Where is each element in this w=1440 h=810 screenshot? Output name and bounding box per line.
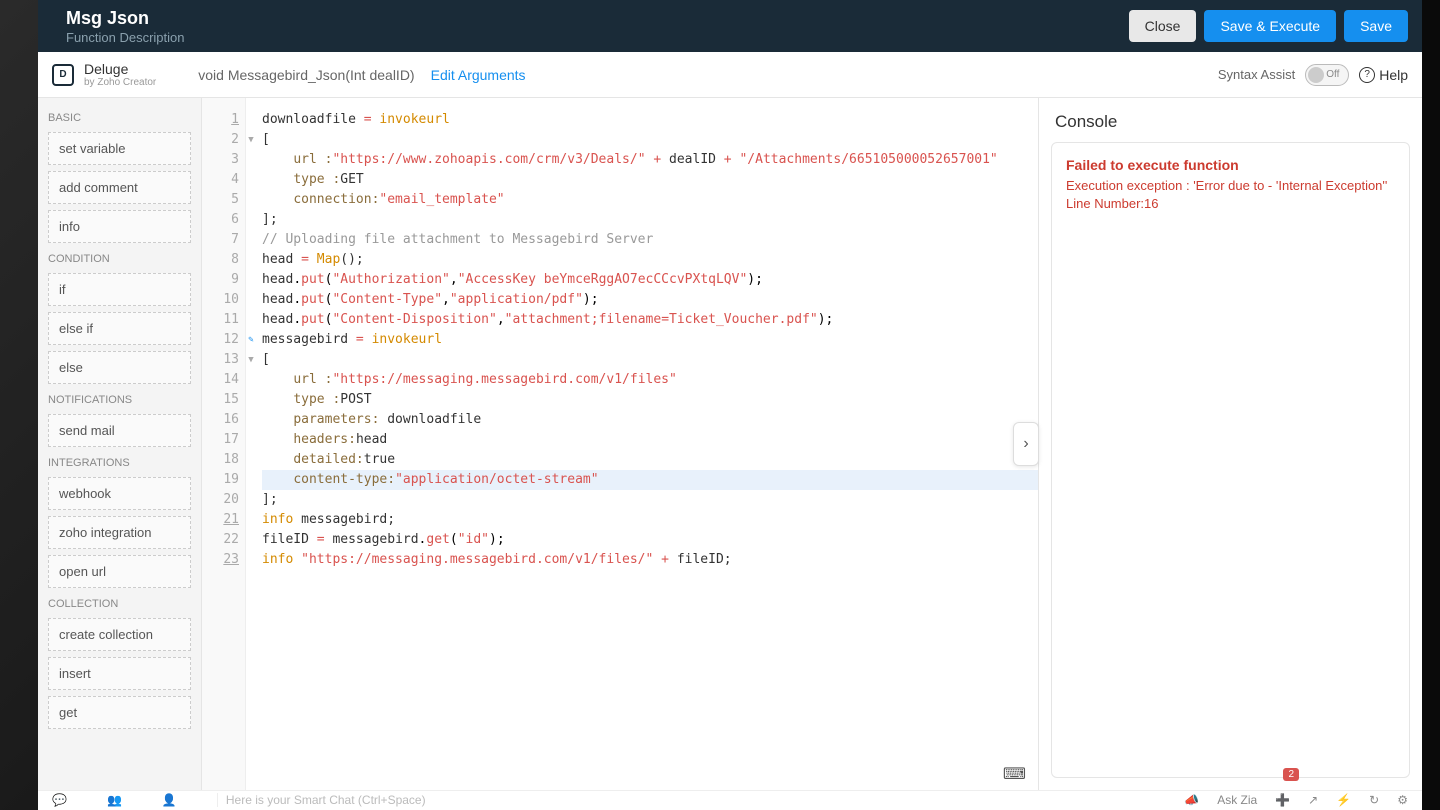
code-line[interactable]: detailed:true	[262, 450, 1038, 470]
app-window: Msg Json Function Description Close Save…	[38, 0, 1422, 810]
header-bar: Msg Json Function Description Close Save…	[38, 0, 1422, 52]
chat-icon[interactable]: 💬	[52, 793, 67, 807]
sidebar-item[interactable]: get	[48, 696, 191, 729]
sidebar-group-label: INTEGRATIONS	[48, 457, 191, 469]
toggle-off-text: Off	[1326, 69, 1339, 80]
line-gutter: 1234567891011121314151617181920212223	[202, 98, 246, 790]
sidebar-item[interactable]: open url	[48, 555, 191, 588]
header-title-block: Msg Json Function Description	[66, 8, 1121, 45]
code-line[interactable]: url :"https://www.zohoapis.com/crm/v3/De…	[262, 150, 1038, 170]
chat-bar: 💬 👥 👤 Here is your Smart Chat (Ctrl+Spac…	[38, 790, 1422, 810]
syntax-assist-toggle[interactable]: Off	[1305, 64, 1349, 86]
right-background-sliver	[1422, 0, 1440, 810]
edit-arguments-link[interactable]: Edit Arguments	[431, 67, 526, 83]
user-icon[interactable]: 👤	[162, 793, 177, 807]
sidebar-group-label: NOTIFICATIONS	[48, 394, 191, 406]
forward-icon[interactable]: ↗	[1308, 793, 1318, 807]
code-line[interactable]: [	[262, 350, 1038, 370]
code-line[interactable]: ];	[262, 490, 1038, 510]
code-lines[interactable]: downloadfile = invokeurl[ url :"https://…	[256, 98, 1038, 790]
function-title: Msg Json	[66, 8, 1121, 29]
save-button[interactable]: Save	[1344, 10, 1408, 42]
console-panel: Console Failed to execute function Execu…	[1038, 98, 1422, 790]
code-line[interactable]: messagebird = invokeurl	[262, 330, 1038, 350]
add-user-icon[interactable]: ➕	[1275, 793, 1290, 807]
toolbar-right: Syntax Assist Off ? Help	[1218, 64, 1408, 86]
sidebar-item[interactable]: else	[48, 351, 191, 384]
code-line[interactable]: head.put("Authorization","AccessKey beYm…	[262, 270, 1038, 290]
deluge-label: Deluge	[84, 61, 156, 77]
code-line[interactable]: ];	[262, 210, 1038, 230]
sidebar-item[interactable]: if	[48, 273, 191, 306]
collapse-console-handle[interactable]: ›	[1013, 422, 1039, 466]
sidebar-item[interactable]: add comment	[48, 171, 191, 204]
sidebar-group-label: COLLECTION	[48, 598, 191, 610]
help-label: Help	[1379, 67, 1408, 83]
toolbar: D Deluge by Zoho Creator void Messagebir…	[38, 52, 1422, 98]
sidebar-item[interactable]: zoho integration	[48, 516, 191, 549]
code-line[interactable]: head = Map();	[262, 250, 1038, 270]
code-line[interactable]: head.put("Content-Disposition","attachme…	[262, 310, 1038, 330]
deluge-sublabel: by Zoho Creator	[84, 77, 156, 88]
gear-icon[interactable]: ⚙	[1397, 793, 1408, 807]
code-line[interactable]: // Uploading file attachment to Messageb…	[262, 230, 1038, 250]
sidebar-item[interactable]: create collection	[48, 618, 191, 651]
sidebar-group-label: BASIC	[48, 112, 191, 124]
sidebar-item[interactable]: webhook	[48, 477, 191, 510]
keyboard-icon[interactable]: ⌨	[1003, 764, 1026, 784]
sidebar-item[interactable]: info	[48, 210, 191, 243]
code-line[interactable]: connection:"email_template"	[262, 190, 1038, 210]
console-title: Console	[1039, 98, 1422, 142]
code-editor[interactable]: 1234567891011121314151617181920212223 ▼✎…	[202, 98, 1038, 790]
notification-badge[interactable]: 2	[1283, 768, 1299, 781]
toggle-knob	[1308, 67, 1324, 83]
chat-icons-left: 💬 👥 👤	[52, 793, 177, 807]
contacts-icon[interactable]: 👥	[107, 793, 122, 807]
code-scroll[interactable]: 1234567891011121314151617181920212223 ▼✎…	[202, 98, 1038, 790]
sidebar-item[interactable]: else if	[48, 312, 191, 345]
help-icon: ?	[1359, 67, 1375, 83]
macos-dock-sliver	[0, 0, 38, 810]
error-message: Execution exception : 'Error due to - 'I…	[1066, 177, 1395, 195]
sidebar-item[interactable]: set variable	[48, 132, 191, 165]
deluge-logo-icon: D	[52, 64, 74, 86]
bolt-icon[interactable]: ⚡	[1336, 793, 1351, 807]
close-button[interactable]: Close	[1129, 10, 1197, 42]
announce-icon[interactable]: 📣	[1184, 793, 1199, 807]
console-body: Failed to execute function Execution exc…	[1051, 142, 1410, 778]
error-line-number: Line Number:16	[1066, 195, 1395, 213]
chevron-right-icon: ›	[1023, 435, 1028, 453]
error-title: Failed to execute function	[1066, 157, 1395, 173]
function-signature: void Messagebird_Json(Int dealID)	[198, 67, 414, 83]
code-line[interactable]: url :"https://messaging.messagebird.com/…	[262, 370, 1038, 390]
deluge-label-block: Deluge by Zoho Creator	[84, 61, 156, 88]
code-line[interactable]: info "https://messaging.messagebird.com/…	[262, 550, 1038, 570]
main-split: BASIC set variable add comment info CONDITIO…	[38, 98, 1422, 790]
sidebar-group-label: CONDITION	[48, 253, 191, 265]
code-line[interactable]: parameters: downloadfile	[262, 410, 1038, 430]
code-line[interactable]: headers:head	[262, 430, 1038, 450]
code-line[interactable]: info messagebird;	[262, 510, 1038, 530]
help-link[interactable]: ? Help	[1359, 67, 1408, 83]
chat-icons-right: 📣 Ask Zia ➕ ↗ ⚡ ↻ ⚙	[1184, 793, 1408, 807]
code-line[interactable]: downloadfile = invokeurl	[262, 110, 1038, 130]
code-line[interactable]: type :POST	[262, 390, 1038, 410]
code-line[interactable]: fileID = messagebird.get("id");	[262, 530, 1038, 550]
syntax-assist-label: Syntax Assist	[1218, 67, 1295, 82]
code-line[interactable]: head.put("Content-Type","application/pdf…	[262, 290, 1038, 310]
save-execute-button[interactable]: Save & Execute	[1204, 10, 1336, 42]
function-description: Function Description	[66, 30, 1121, 45]
code-line[interactable]: content-type:"application/octet-stream"	[262, 470, 1038, 490]
sidebar-item[interactable]: send mail	[48, 414, 191, 447]
sidebar: BASIC set variable add comment info CONDITIO…	[38, 98, 202, 790]
ask-zia-label[interactable]: Ask Zia	[1217, 793, 1257, 807]
smart-chat-input[interactable]: Here is your Smart Chat (Ctrl+Space)	[217, 793, 1144, 807]
code-line[interactable]: [	[262, 130, 1038, 150]
sidebar-item[interactable]: insert	[48, 657, 191, 690]
history-icon[interactable]: ↻	[1369, 793, 1379, 807]
code-line[interactable]: type :GET	[262, 170, 1038, 190]
fold-column: ▼✎▼	[246, 98, 256, 790]
